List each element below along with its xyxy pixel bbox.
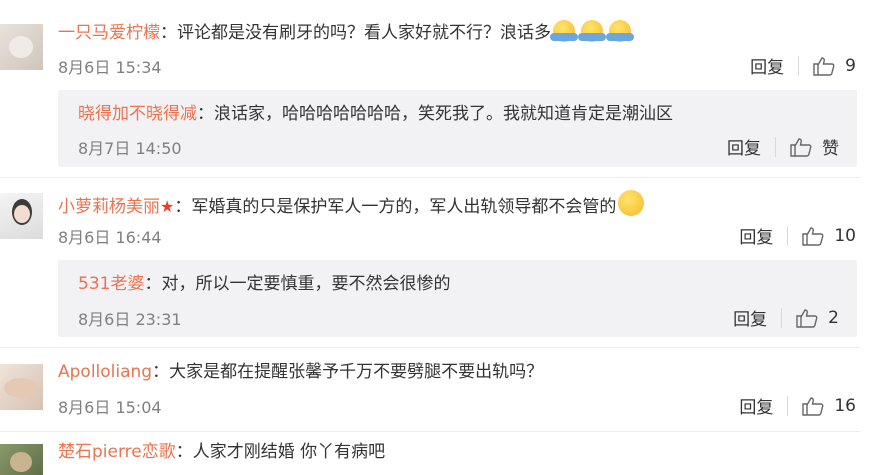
action-separator (787, 395, 789, 416)
avatar[interactable] (0, 193, 43, 239)
action-separator (781, 307, 783, 328)
comment-divider (0, 177, 860, 178)
comment-time: 8月6日 16:44 (58, 228, 162, 247)
comment-text: 人家才刚结婚 你丫有病吧 (192, 442, 386, 462)
comment-text: 评论都是没有刷牙的吗？看人家好就不行？浪话多 (177, 23, 551, 43)
comment-time: 8月6日 15:04 (58, 398, 162, 417)
like-button[interactable]: 2 (796, 308, 839, 328)
like-button[interactable]: 赞 (790, 134, 839, 159)
reply-button[interactable]: 回复 (739, 223, 773, 248)
comment-text: 军婚真的只是保护军人一方的，军人出轨领导都不会管的 (191, 197, 617, 217)
hug-emoji-icon (578, 20, 606, 42)
vip-badge-icon: ★ (160, 197, 175, 216)
action-separator (787, 225, 789, 246)
thumbs-up-icon (802, 226, 824, 246)
action-separator (798, 55, 800, 76)
like-count: 9 (845, 55, 856, 76)
comment-username[interactable]: 小萝莉杨美丽 (58, 197, 160, 217)
reply-button[interactable]: 回复 (739, 393, 773, 418)
comment-username[interactable]: 楚石pierre恋歌 (58, 442, 176, 462)
subreply-box: 晓得加不晓得减：浪话家，哈哈哈哈哈哈哈，笑死我了。我就知道肯定是潮汕区 8月7日… (58, 90, 857, 167)
subreply-text: 浪话家，哈哈哈哈哈哈哈，笑死我了。我就知道肯定是潮汕区 (214, 104, 673, 124)
comment-username[interactable]: 一只马爱柠檬 (58, 23, 160, 43)
comment-divider (0, 347, 860, 348)
like-button[interactable]: 10 (802, 226, 856, 246)
reply-button[interactable]: 回复 (727, 134, 761, 159)
subreply-box: 531老婆：对，所以一定要慎重，要不然会很惨的 8月6日 23:31 回复 2 (58, 260, 857, 337)
reply-button[interactable]: 回复 (750, 53, 784, 78)
like-label: 赞 (822, 139, 839, 159)
like-count: 2 (828, 307, 839, 328)
thumbs-up-icon (796, 308, 818, 328)
thumbs-up-icon (813, 56, 835, 76)
thumbs-up-icon (790, 137, 812, 157)
comment-text: 大家是都在提醒张馨予千万不要劈腿不要出轨吗？ (169, 362, 544, 382)
like-button[interactable]: 9 (813, 56, 856, 76)
reply-button[interactable]: 回复 (733, 305, 767, 330)
thumbs-up-icon (802, 396, 824, 416)
avatar[interactable] (0, 364, 43, 410)
subreply-text: 对，所以一定要慎重，要不然会很惨的 (161, 274, 451, 294)
comment-time: 8月6日 15:34 (58, 58, 162, 77)
action-separator (775, 136, 776, 157)
like-button[interactable]: 16 (802, 396, 856, 416)
avatar[interactable] (0, 24, 43, 70)
thinking-emoji-icon (618, 190, 645, 216)
subreply-username[interactable]: 531老婆 (78, 274, 144, 294)
comment-divider (0, 431, 860, 432)
comment-username[interactable]: Apolloliang (58, 362, 152, 382)
subreply-time: 8月7日 14:50 (78, 139, 182, 158)
hug-emoji-icon (606, 20, 634, 42)
hug-emoji-icon (550, 20, 578, 42)
subreply-username[interactable]: 晓得加不晓得减 (78, 104, 197, 124)
like-count: 16 (834, 395, 856, 416)
like-count: 10 (834, 225, 856, 246)
avatar[interactable] (0, 444, 43, 475)
subreply-time: 8月6日 23:31 (78, 310, 182, 329)
